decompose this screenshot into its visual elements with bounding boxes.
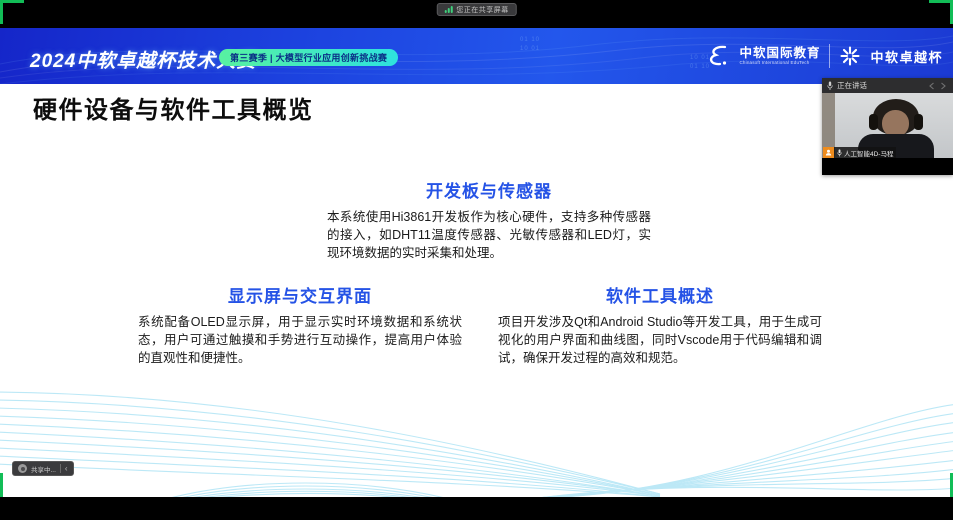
share-float-toolbar[interactable]: 共享中... ‹: [12, 461, 74, 476]
screen-share-status-pill[interactable]: 您正在共享屏幕: [436, 3, 517, 16]
logo1-name: 中软国际教育: [739, 47, 820, 61]
competition-banner: 01 10 10 01 10 01 01 10 2024中软卓越杯技术大赛 第三…: [0, 28, 953, 84]
next-speaker-icon[interactable]: [939, 82, 948, 90]
excellence-cup-logo-icon: [839, 45, 861, 67]
webcam-overlay-panel[interactable]: 正在讲话: [822, 78, 953, 175]
section-body: 项目开发涉及Qt和Android Studio等开发工具，用于生成可视化的用户界…: [498, 313, 822, 367]
webcam-header: 正在讲话: [822, 78, 953, 93]
logo1-subtitle: Chinasoft International EduTech: [739, 60, 820, 65]
person-icon: [825, 149, 832, 156]
binary-decoration: 01 10 10 01: [520, 36, 540, 54]
share-frame-mark: [0, 0, 3, 24]
section-body: 系统配备OLED显示屏，用于显示实时环境数据和系统状态，用户可通过触摸和手势进行…: [138, 313, 462, 367]
microphone-icon: [837, 149, 842, 157]
hand-raise-badge: [823, 147, 834, 158]
share-frame-mark: [0, 473, 3, 497]
prev-speaker-icon[interactable]: [927, 82, 936, 90]
participant-name-row: 人工智能4D-马程: [823, 147, 896, 158]
excellence-cup-logo-text: 中软卓越杯: [870, 47, 943, 66]
section-heading: 显示屏与交互界面: [138, 282, 462, 307]
microphone-icon: [827, 81, 833, 91]
share-toolbar-label: 共享中...: [31, 464, 56, 474]
section-heading: 开发板与传感器: [327, 177, 651, 202]
section-body: 本系统使用Hi3861开发板作为核心硬件，支持多种传感器的接入，如DHT11温度…: [327, 208, 651, 262]
logo-divider: [829, 44, 830, 68]
section-display: 显示屏与交互界面 系统配备OLED显示屏，用于显示实时环境数据和系统状态，用户可…: [138, 282, 462, 367]
shared-slide: 硬件设备与软件工具概览 开发板与传感器 本系统使用Hi3861开发板作为核心硬件…: [0, 84, 953, 497]
season-badge-text: 第三赛季 | 大模型行业应用创新挑战赛: [230, 51, 387, 64]
participant-name-text: 人工智能4D-马程: [844, 148, 893, 158]
slide-wave-decoration: [0, 388, 953, 497]
banner-logos: 中软国际教育 Chinasoft International EduTech 中…: [706, 28, 943, 84]
bottom-black-bar: [0, 497, 953, 520]
collapse-chevron-icon[interactable]: ‹: [65, 465, 68, 473]
meeting-app-icon: [18, 464, 27, 473]
section-heading: 软件工具概述: [498, 282, 822, 307]
participant-name-label: 人工智能4D-马程: [834, 147, 896, 158]
speaking-status-text: 正在讲话: [837, 80, 867, 91]
headphone-right: [914, 114, 923, 130]
chinasoft-edu-logo-text: 中软国际教育 Chinasoft International EduTech: [739, 47, 820, 66]
participant-face: [882, 110, 909, 137]
screen: 您正在共享屏幕 01 10 10 01 10 01 01 10 2024中软卓越…: [0, 0, 953, 520]
webcam-bottom-filler: [822, 158, 953, 175]
headphone-left: [869, 114, 878, 130]
chinasoft-edu-logo-icon: [706, 44, 730, 68]
share-status-text: 您正在共享屏幕: [456, 5, 509, 15]
season-badge: 第三赛季 | 大模型行业应用创新挑战赛: [219, 49, 398, 66]
share-frame-mark: [0, 0, 24, 3]
section-dev-board: 开发板与传感器 本系统使用Hi3861开发板作为核心硬件，支持多种传感器的接入，…: [327, 177, 651, 262]
toolbar-divider: [60, 464, 61, 473]
signal-bars-icon: [444, 6, 452, 13]
section-software: 软件工具概述 项目开发涉及Qt和Android Studio等开发工具，用于生成…: [498, 282, 822, 367]
slide-title: 硬件设备与软件工具概览: [33, 90, 314, 125]
